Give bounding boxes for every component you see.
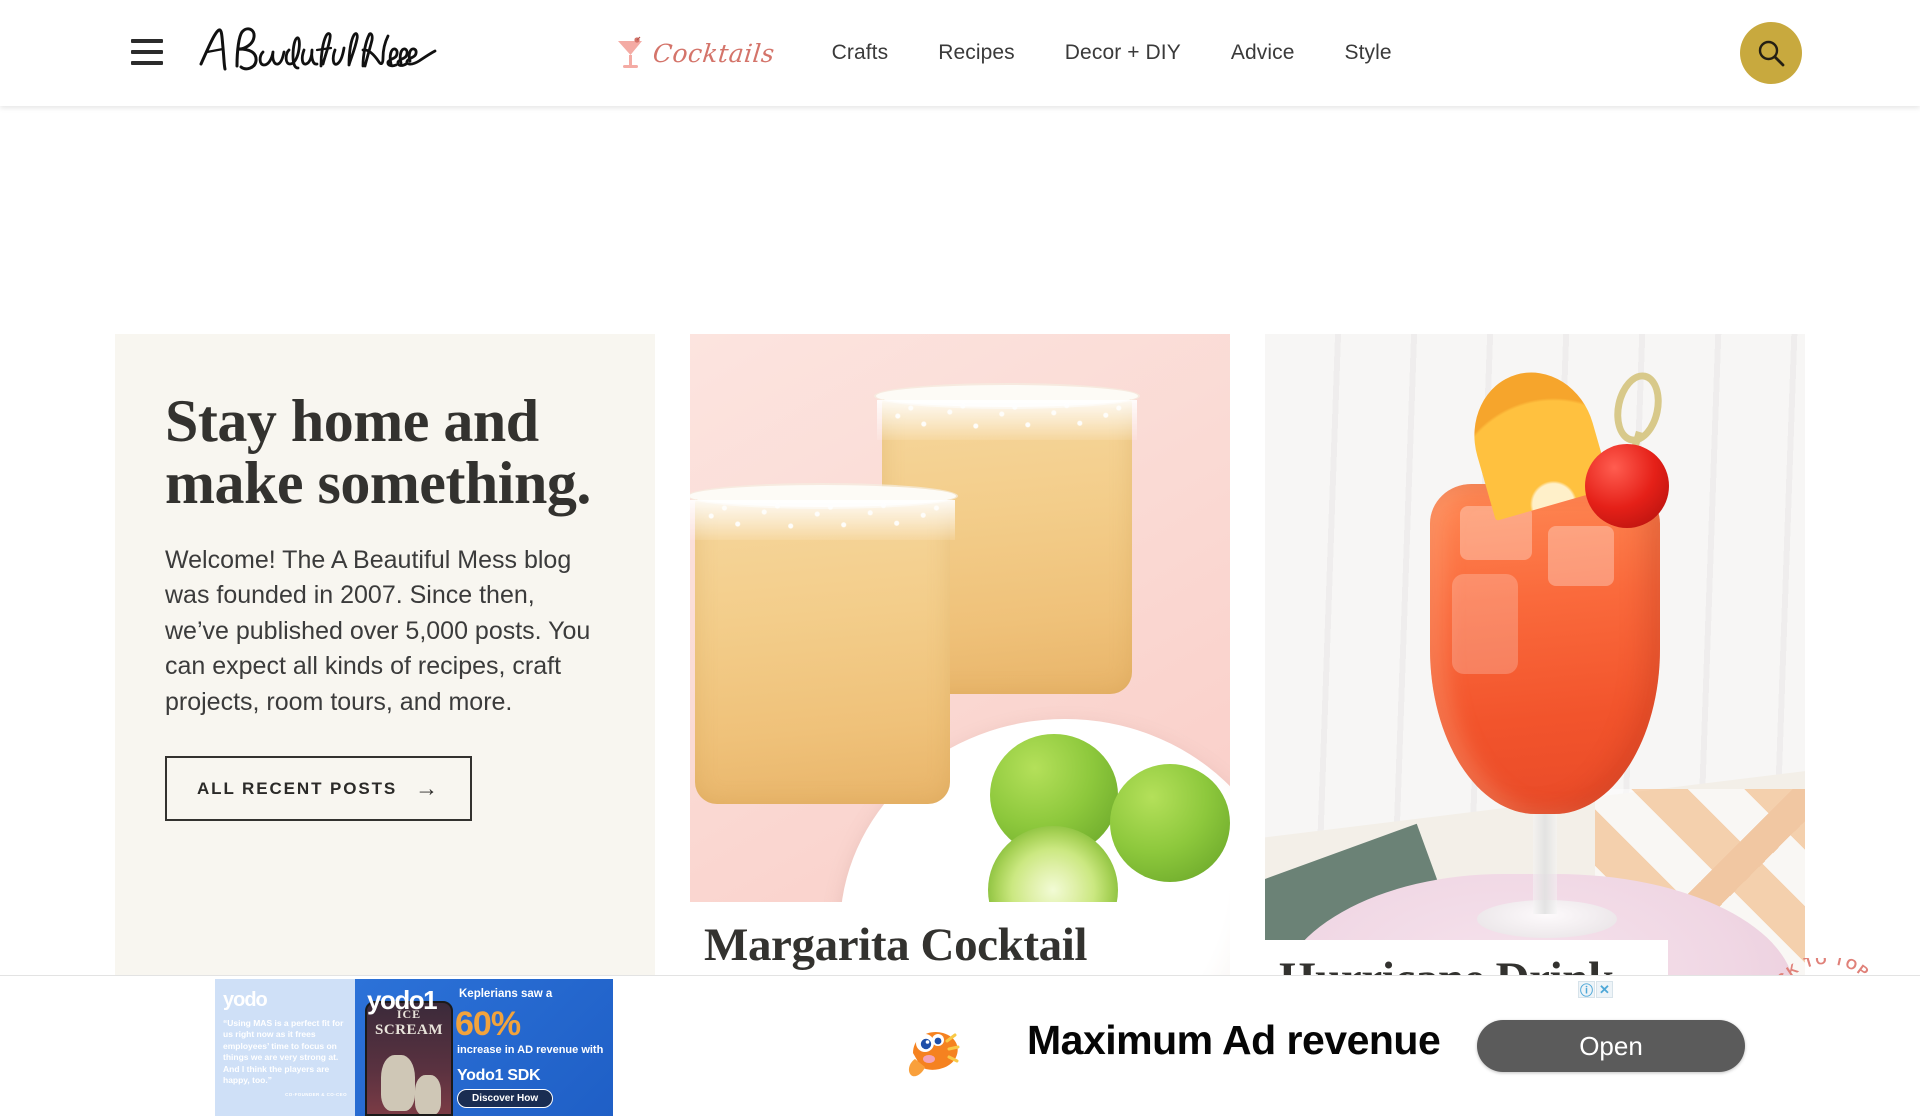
lime-whole [1110,764,1230,882]
ad-close-icon[interactable]: ✕ [1596,981,1613,998]
advertisement-strip: yodo “Using MAS is a perfect fit for us … [0,975,1920,1116]
ad-discover-how-button[interactable]: Discover How [457,1089,554,1108]
hamburger-bar [131,39,163,43]
main-navigation: Cocktails Crafts Recipes Decor + DIY Adv… [600,0,1417,106]
nav-item-cocktails[interactable]: Cocktails [600,36,807,70]
nav-item-decor-diy[interactable]: Decor + DIY [1040,41,1206,65]
fish-mascot-icon [905,1019,967,1081]
brand-logo-script [199,27,437,71]
post-title-box: Margarita Cocktail [690,902,1122,975]
salt-rim [877,400,1137,440]
ad-headline: Maximum Ad revenue [1027,1017,1441,1063]
search-button[interactable] [1740,22,1802,84]
ad-phone-mockup: ICE SCREAM [365,1001,453,1116]
hurricane-glass-bowl [1430,484,1660,814]
salt-rim [690,500,955,540]
nav-label-style: Style [1344,41,1392,64]
back-to-top-label: BACK TO TOP [1761,958,1873,975]
post-title-box: Hurricane Drink [1265,940,1668,975]
right-arrow-icon: → [415,775,441,802]
nav-item-advice[interactable]: Advice [1206,41,1320,65]
post-image-margarita [690,334,1230,975]
intro-panel: Stay home and make something. Welcome! T… [115,334,655,975]
nav-label-recipes: Recipes [938,41,1015,64]
cherry-garnish [1585,444,1669,528]
all-recent-posts-button[interactable]: ALL RECENT POSTS → [165,756,473,822]
ad-phone-title-2: SCREAM [374,1022,443,1038]
ad-panel-percent: 60% [455,1005,521,1043]
ice-cube [1548,526,1614,586]
post-title-margarita: Margarita Cocktail [704,919,1088,971]
ad-info-icon[interactable]: ⓘ [1578,981,1595,998]
ad-choices-controls: ⓘ ✕ [1578,981,1613,998]
ad-blue-panel[interactable]: ICE SCREAM yodo1 Keplerians saw a 60% in… [355,979,613,1116]
ad-yodo-logo: yodo1 [367,985,438,1015]
all-recent-posts-label: ALL RECENT POSTS [197,778,398,798]
post-card-margarita[interactable]: Margarita Cocktail [690,334,1230,975]
search-icon [1758,40,1785,67]
glass-stem [1533,804,1557,914]
page-title: Stay home and make something. [165,388,591,517]
hamburger-bar [131,61,163,65]
post-title-hurricane: Hurricane Drink [1279,954,1634,975]
ad-quote-logo: yodo [223,989,268,1011]
nav-label-decor-diy: Decor + DIY [1064,41,1181,64]
ad-panel-brand: Yodo1 SDK [457,1067,541,1084]
game-character [415,1075,441,1114]
game-character [381,1055,415,1111]
cocktail-glass-icon [618,36,642,68]
nav-item-recipes[interactable]: Recipes [913,41,1040,65]
back-to-top-graphic: BACK TO TOP [1761,952,1873,975]
ad-panel-headline: Keplerians saw a [459,988,553,1000]
margarita-glass-front [690,485,956,804]
ad-creative[interactable]: yodo “Using MAS is a perfect fit for us … [215,979,1838,1116]
hamburger-bar [131,50,163,54]
ad-quote-panel: yodo “Using MAS is a perfect fit for us … [215,979,355,1116]
nav-item-crafts[interactable]: Crafts [807,41,914,65]
main-content: Stay home and make something. Welcome! T… [0,106,1920,975]
ad-open-button[interactable]: Open [1477,1020,1745,1072]
nav-item-style[interactable]: Style [1320,41,1417,65]
nav-label-cocktails: Cocktails [651,38,777,68]
ad-quote-attribution: CO-FOUNDER & CO-CEO [285,1091,347,1097]
hamburger-menu-icon[interactable] [131,39,163,65]
back-to-top-button[interactable]: BACK TO TOP [1757,952,1897,975]
post-image-hurricane [1265,334,1805,975]
nav-label-advice: Advice [1230,41,1295,64]
intro-body-text: Welcome! The A Beautiful Mess blog was f… [165,545,591,716]
site-logo[interactable] [197,16,437,82]
post-card-hurricane[interactable]: Hurricane Drink [1265,334,1805,975]
ad-quote-text: “Using MAS is a perfect fit for us right… [223,1018,344,1086]
site-header: Cocktails Crafts Recipes Decor + DIY Adv… [0,0,1920,106]
ad-panel-subline: increase in AD revenue with [457,1044,604,1056]
nav-label-crafts: Crafts [831,41,889,64]
